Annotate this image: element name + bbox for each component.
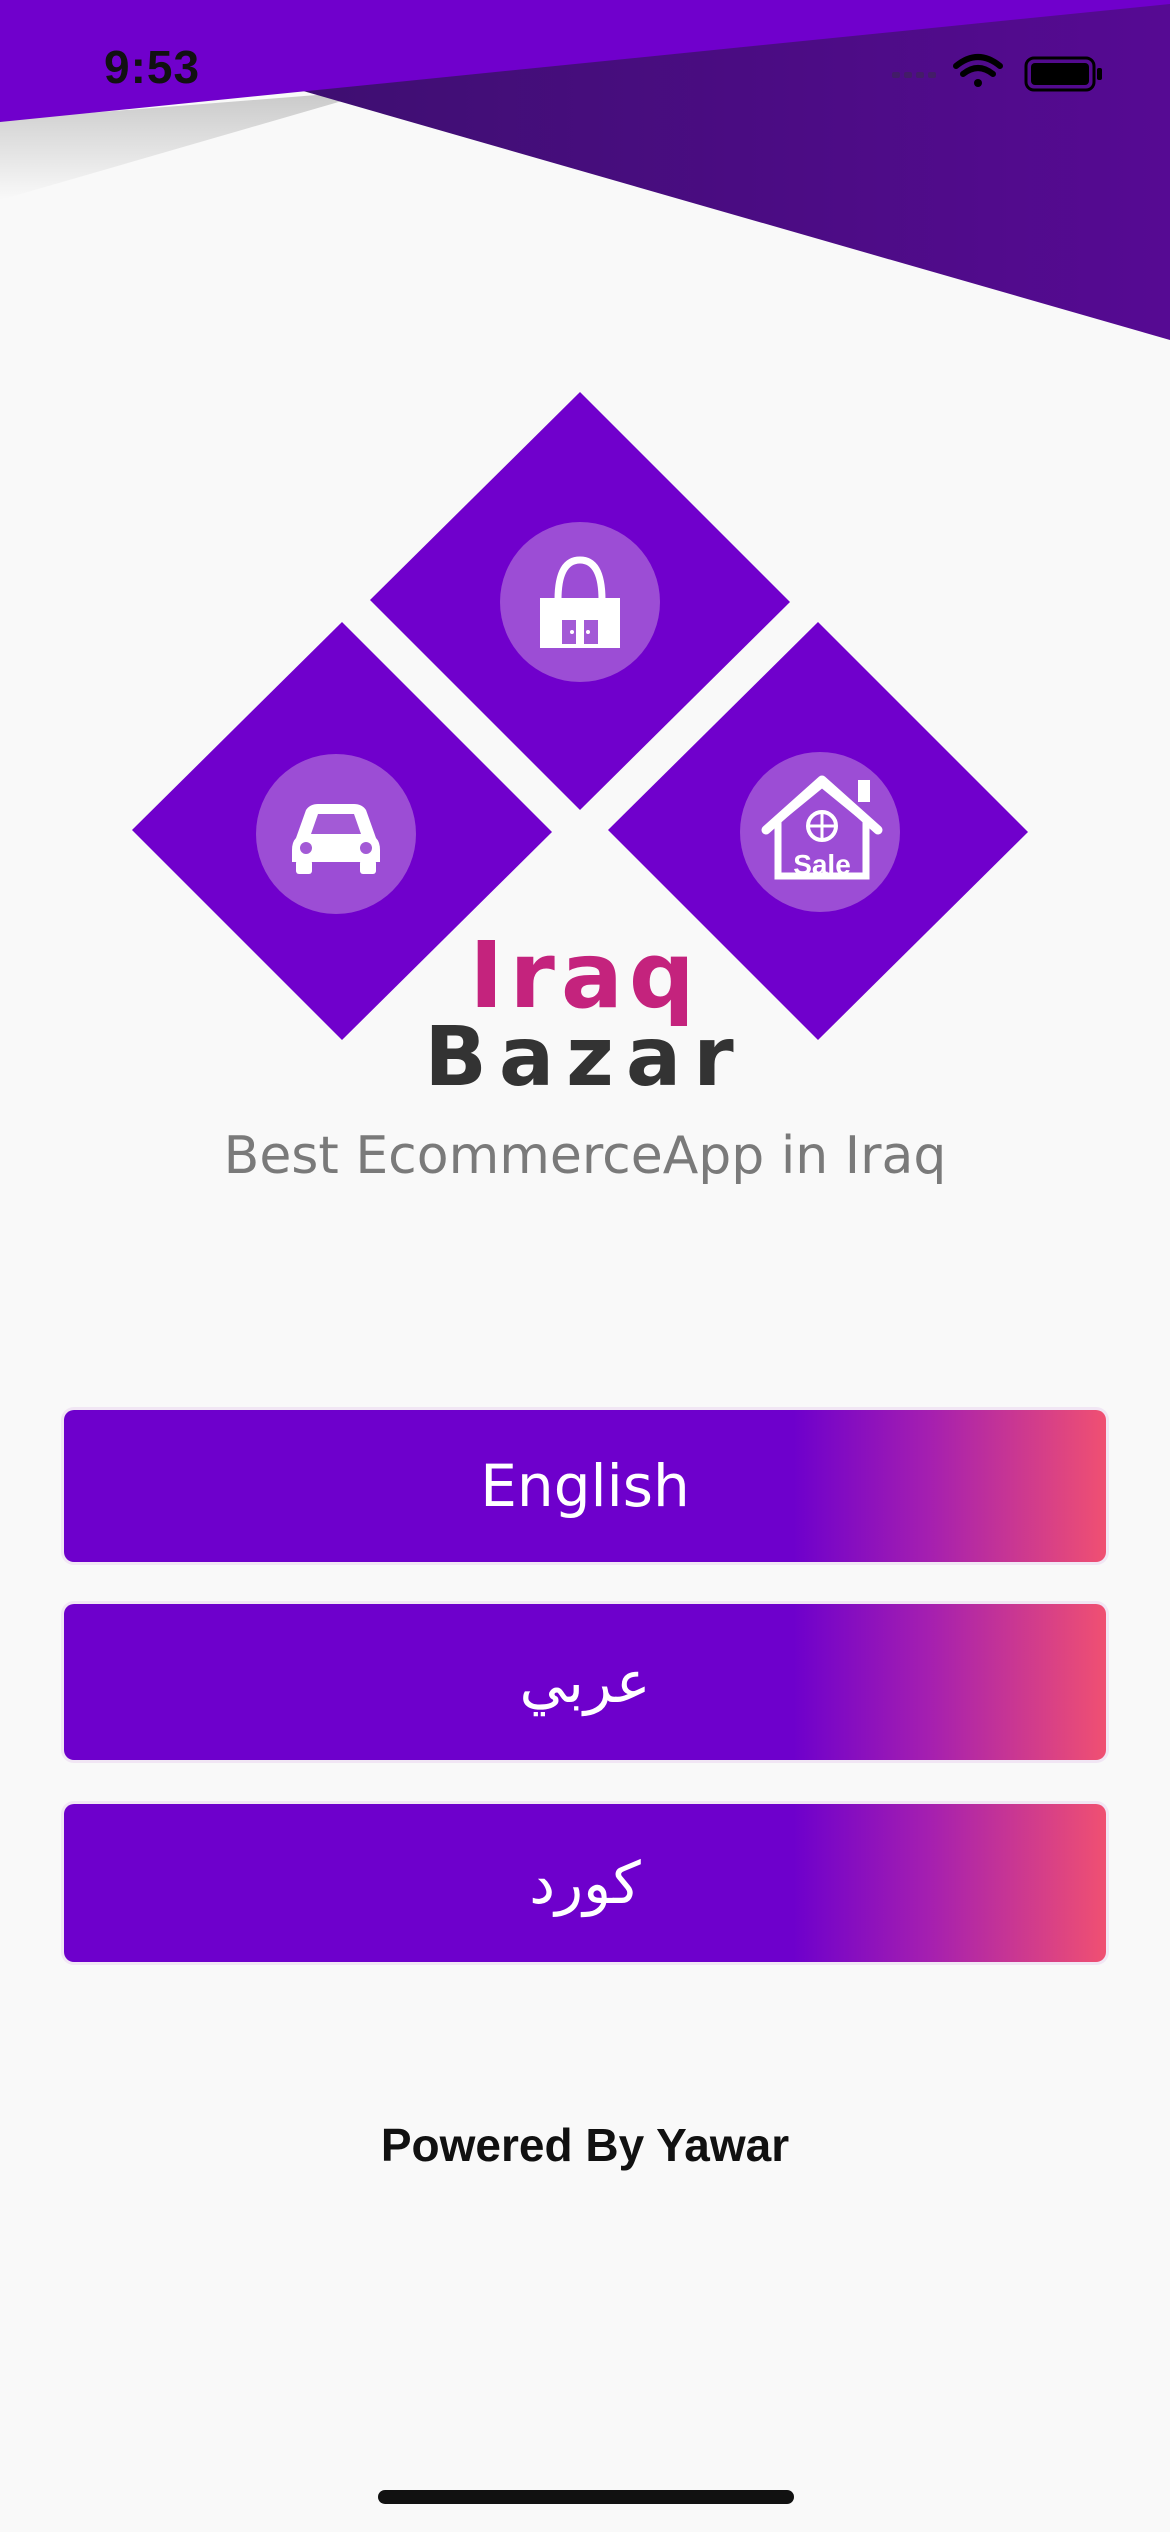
english-language-label: English [480,1452,690,1520]
app-tagline: Best EcommerceApp in Iraq [223,1126,947,1186]
kurdish-language-label: كورد [529,1849,641,1917]
wifi-icon [953,54,1003,87]
kurdish-language-button[interactable]: كورد [64,1804,1106,1962]
arabic-language-label: عربي [519,1648,651,1716]
signal-icon [892,72,936,78]
house-sale-label: Sale [793,849,851,880]
status-icons [892,54,1102,92]
battery-icon [1024,56,1102,92]
status-bar: 9:53 [0,0,1170,150]
arabic-language-button[interactable]: عربي [64,1604,1106,1760]
home-indicator[interactable] [378,2490,794,2504]
powered-by-text: Powered By Yawar [380,2119,790,2171]
status-time: 9:53 [104,41,201,93]
logo-text-bazar: Bazar [424,1010,746,1105]
logo-text-iraq: Iraq [469,922,701,1029]
english-language-button[interactable]: English [64,1410,1106,1562]
